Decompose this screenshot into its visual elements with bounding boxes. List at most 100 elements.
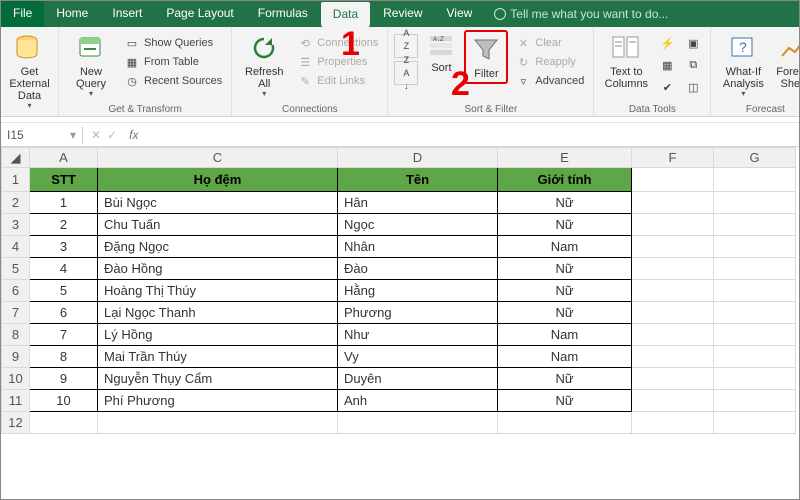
from-table-button[interactable]: ▦From Table bbox=[121, 53, 225, 71]
cell[interactable] bbox=[632, 324, 714, 346]
worksheet-grid[interactable]: ◢ A C D E F G 1 STT Họ đệm Tên Giới tính… bbox=[1, 147, 799, 434]
name-box[interactable]: I15 ▾ bbox=[1, 126, 83, 144]
cell[interactable]: Lý Hồng bbox=[98, 324, 338, 346]
fx-icon[interactable]: fx bbox=[125, 128, 142, 142]
cell[interactable] bbox=[714, 390, 796, 412]
cell[interactable] bbox=[632, 412, 714, 434]
cell[interactable]: Lại Ngọc Thanh bbox=[98, 302, 338, 324]
col-header-G[interactable]: G bbox=[714, 148, 796, 168]
cell[interactable]: Phí Phương bbox=[98, 390, 338, 412]
cell[interactable]: Họ đệm bbox=[98, 168, 338, 192]
cell[interactable] bbox=[30, 412, 98, 434]
cell[interactable] bbox=[498, 412, 632, 434]
cell[interactable]: Nữ bbox=[498, 258, 632, 280]
cell[interactable]: 1 bbox=[30, 192, 98, 214]
tab-data[interactable]: Data bbox=[320, 1, 371, 27]
cell[interactable]: Nguyễn Thụy Cẩm bbox=[98, 368, 338, 390]
row-header[interactable]: 6 bbox=[2, 280, 30, 302]
connections-button[interactable]: ⟲Connections bbox=[294, 34, 381, 52]
cell[interactable]: Nữ bbox=[498, 368, 632, 390]
cell[interactable] bbox=[632, 368, 714, 390]
tab-review[interactable]: Review bbox=[371, 1, 434, 27]
cell[interactable]: Hằng bbox=[338, 280, 498, 302]
consolidate-button[interactable]: ▣ bbox=[682, 34, 704, 52]
cell[interactable]: Nhân bbox=[338, 236, 498, 258]
cell[interactable] bbox=[632, 280, 714, 302]
cell[interactable]: 3 bbox=[30, 236, 98, 258]
remove-duplicates-button[interactable]: ▦ bbox=[656, 56, 678, 74]
tab-page-layout[interactable]: Page Layout bbox=[154, 1, 245, 27]
cell[interactable]: Nữ bbox=[498, 390, 632, 412]
cell[interactable] bbox=[632, 302, 714, 324]
filter-button[interactable]: Filter bbox=[464, 30, 508, 84]
cell[interactable] bbox=[714, 214, 796, 236]
tab-file[interactable]: File bbox=[1, 1, 44, 27]
show-queries-button[interactable]: ▭Show Queries bbox=[121, 34, 225, 52]
row-header[interactable]: 12 bbox=[2, 412, 30, 434]
cell[interactable]: STT bbox=[30, 168, 98, 192]
tab-view[interactable]: View bbox=[435, 1, 485, 27]
cell[interactable]: Duyên bbox=[338, 368, 498, 390]
cell[interactable]: 8 bbox=[30, 346, 98, 368]
cell[interactable] bbox=[632, 346, 714, 368]
col-header-E[interactable]: E bbox=[498, 148, 632, 168]
new-query-button[interactable]: New Query ▾ bbox=[65, 30, 117, 101]
cell[interactable]: Đào Hồng bbox=[98, 258, 338, 280]
cell[interactable]: 9 bbox=[30, 368, 98, 390]
formula-input[interactable] bbox=[142, 126, 799, 144]
cell[interactable]: 4 bbox=[30, 258, 98, 280]
cell[interactable]: Như bbox=[338, 324, 498, 346]
cell[interactable] bbox=[714, 302, 796, 324]
properties-button[interactable]: ☰Properties bbox=[294, 53, 381, 71]
get-external-data-button[interactable]: Get External Data ▾ bbox=[7, 30, 52, 113]
cell[interactable]: Nam bbox=[498, 236, 632, 258]
col-header-C[interactable]: C bbox=[98, 148, 338, 168]
row-header[interactable]: 10 bbox=[2, 368, 30, 390]
cell[interactable]: Nam bbox=[498, 346, 632, 368]
row-header[interactable]: 4 bbox=[2, 236, 30, 258]
cell[interactable]: Đặng Ngọc bbox=[98, 236, 338, 258]
cell[interactable] bbox=[714, 168, 796, 192]
cell[interactable]: Nữ bbox=[498, 214, 632, 236]
cell[interactable] bbox=[714, 236, 796, 258]
what-if-button[interactable]: ? What-If Analysis ▾ bbox=[717, 30, 769, 101]
cell[interactable]: Anh bbox=[338, 390, 498, 412]
cell[interactable] bbox=[714, 346, 796, 368]
cell[interactable]: Chu Tuấn bbox=[98, 214, 338, 236]
advanced-button[interactable]: ▿Advanced bbox=[512, 72, 587, 90]
cell[interactable] bbox=[714, 192, 796, 214]
cell[interactable] bbox=[338, 412, 498, 434]
cell[interactable]: Vy bbox=[338, 346, 498, 368]
cell[interactable] bbox=[714, 412, 796, 434]
cell[interactable]: Nữ bbox=[498, 302, 632, 324]
row-header[interactable]: 3 bbox=[2, 214, 30, 236]
cell[interactable]: Nữ bbox=[498, 280, 632, 302]
cell[interactable] bbox=[632, 214, 714, 236]
forecast-sheet-button[interactable]: Foreca Shee bbox=[773, 30, 800, 92]
cell[interactable]: 2 bbox=[30, 214, 98, 236]
text-to-columns-button[interactable]: Text to Columns bbox=[600, 30, 652, 92]
tab-formulas[interactable]: Formulas bbox=[246, 1, 320, 27]
cell[interactable]: 10 bbox=[30, 390, 98, 412]
tab-insert[interactable]: Insert bbox=[100, 1, 154, 27]
cell[interactable]: Nam bbox=[498, 324, 632, 346]
cell[interactable]: 5 bbox=[30, 280, 98, 302]
col-header-F[interactable]: F bbox=[632, 148, 714, 168]
cell[interactable]: Phương bbox=[338, 302, 498, 324]
cell[interactable]: Đào bbox=[338, 258, 498, 280]
cancel-icon[interactable]: ✕ bbox=[91, 128, 101, 142]
flash-fill-button[interactable]: ⚡ bbox=[656, 34, 678, 52]
row-header[interactable]: 5 bbox=[2, 258, 30, 280]
select-all-cell[interactable]: ◢ bbox=[2, 148, 30, 168]
cell[interactable]: Hoàng Thị Thúy bbox=[98, 280, 338, 302]
sort-za-button[interactable]: ZA↓ bbox=[394, 61, 418, 85]
col-header-A[interactable]: A bbox=[30, 148, 98, 168]
reapply-button[interactable]: ↻Reapply bbox=[512, 53, 587, 71]
recent-sources-button[interactable]: ◷Recent Sources bbox=[121, 72, 225, 90]
cell[interactable]: Bùi Ngọc bbox=[98, 192, 338, 214]
edit-links-button[interactable]: ✎Edit Links bbox=[294, 72, 381, 90]
cell[interactable] bbox=[714, 280, 796, 302]
cell[interactable] bbox=[714, 258, 796, 280]
cell[interactable] bbox=[98, 412, 338, 434]
cell[interactable] bbox=[632, 168, 714, 192]
